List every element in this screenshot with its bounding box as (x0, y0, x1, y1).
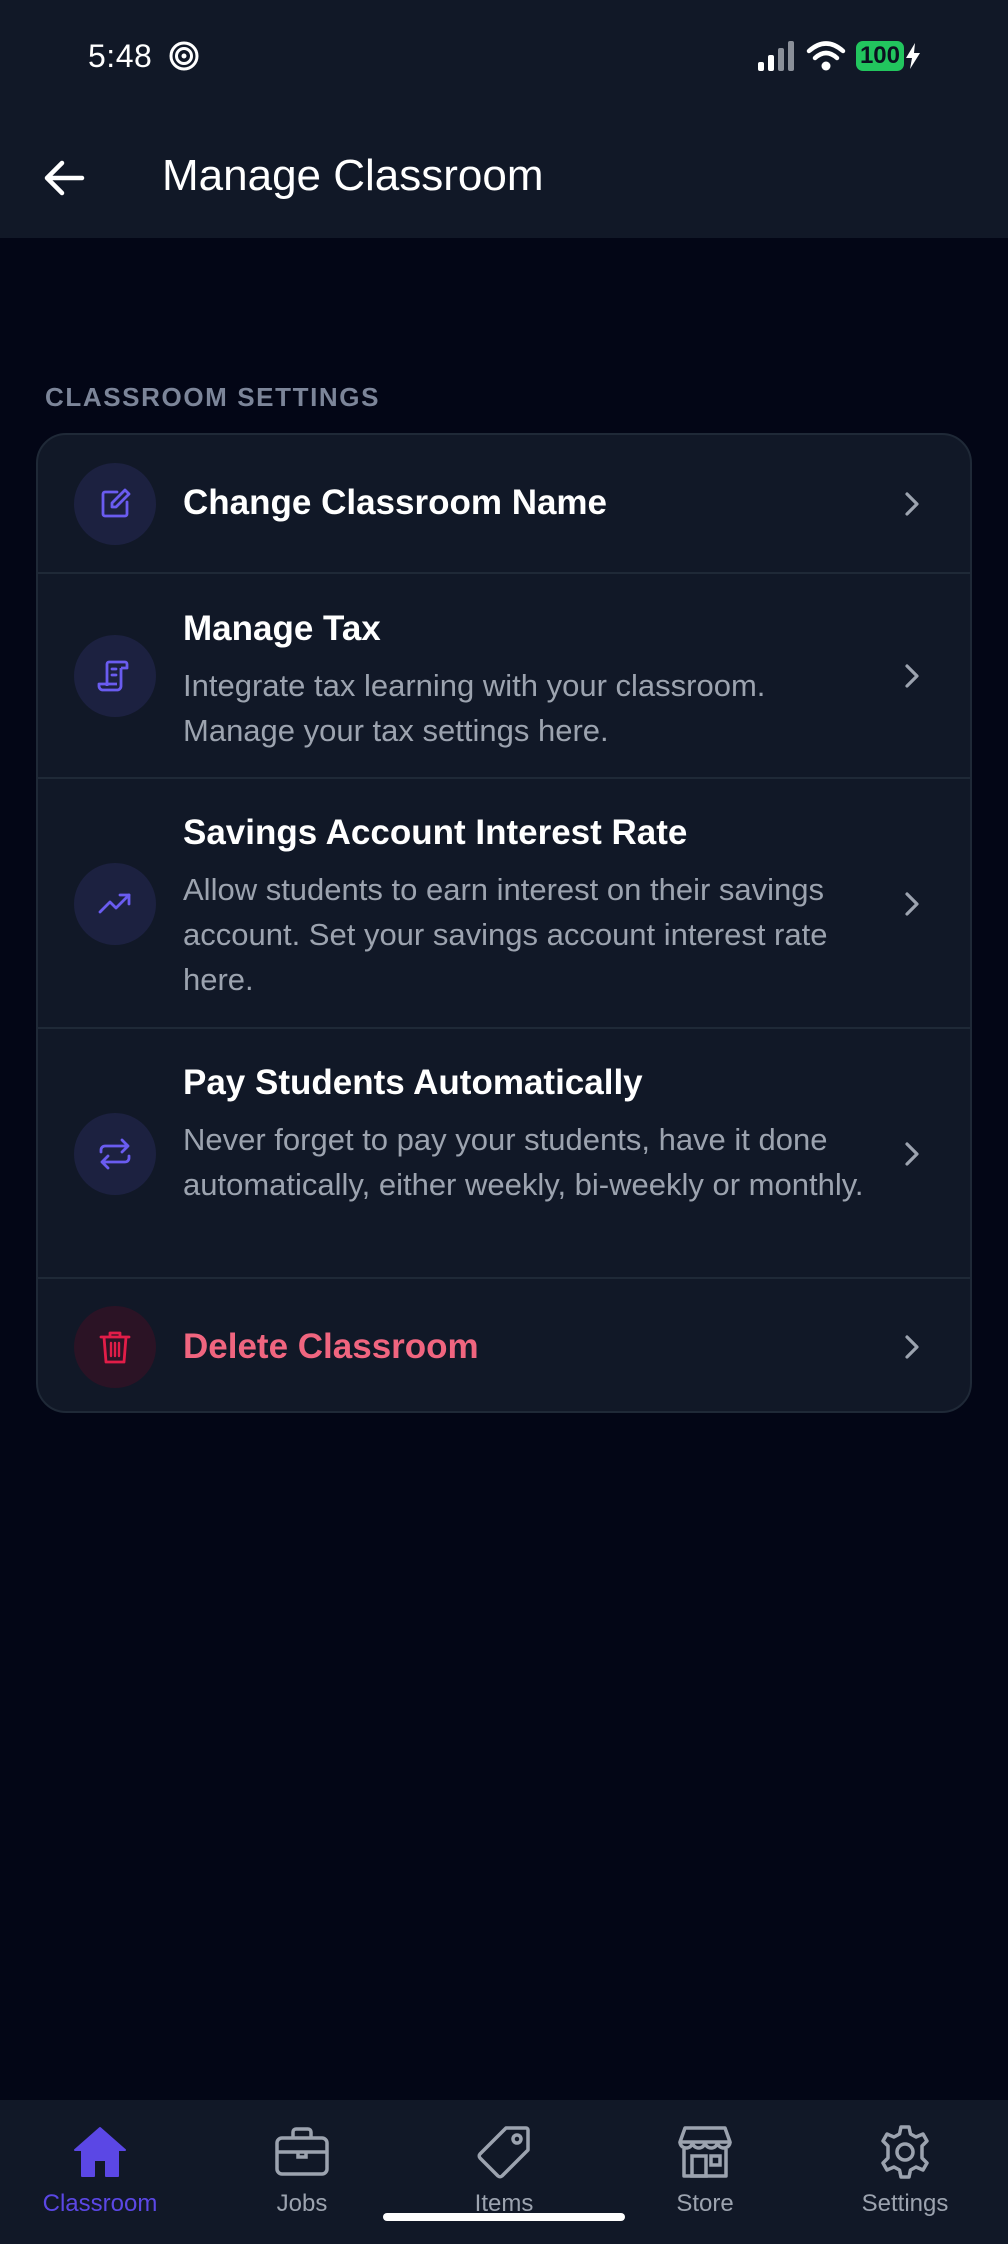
back-arrow-icon[interactable] (36, 150, 92, 206)
app-root: 5:48 100 Manage Classroom CLASSROOM SETT… (0, 0, 1008, 2244)
chevron-right-icon (905, 664, 919, 688)
trending-up-icon (74, 863, 156, 945)
page-title: Manage Classroom (162, 151, 544, 200)
signal-icon (757, 41, 794, 71)
app-header: Manage Classroom (0, 114, 1008, 238)
receipt-icon (74, 635, 156, 717)
edit-icon (74, 463, 156, 545)
setting-title: Savings Account Interest Rate (183, 813, 688, 852)
status-time: 5:48 (88, 38, 153, 74)
section-label: CLASSROOM SETTINGS (45, 382, 381, 412)
setting-pay-students-automatically[interactable]: Pay Students Automatically Never forget … (38, 1029, 970, 1279)
nav-jobs[interactable]: Jobs (212, 2122, 392, 2232)
setting-description: Never forget to pay your students, have … (183, 1122, 864, 1202)
setting-description: Integrate tax learning with your classro… (183, 668, 766, 748)
radar-icon (169, 41, 199, 71)
nav-label: Settings (861, 2190, 949, 2217)
tag-icon (477, 2126, 530, 2179)
bottom-navigation: Classroom Jobs Items Store Settings (0, 2100, 1008, 2244)
settings-card: Change Classroom Name Manage Tax Integra… (36, 433, 972, 1413)
trash-icon (74, 1306, 156, 1388)
briefcase-icon (275, 2127, 329, 2176)
setting-savings-interest-rate[interactable]: Savings Account Interest Rate Allow stud… (38, 779, 970, 1029)
home-icon (74, 2127, 126, 2177)
battery-indicator: 100 (855, 41, 922, 71)
chevron-right-icon (905, 1335, 919, 1359)
nav-store[interactable]: Store (615, 2122, 795, 2232)
wifi-icon (806, 41, 846, 71)
setting-title: Change Classroom Name (183, 483, 608, 522)
chevron-right-icon (905, 892, 919, 916)
gear-icon (881, 2125, 929, 2179)
chevron-right-icon (905, 492, 919, 516)
battery-level: 100 (855, 41, 904, 71)
home-indicator (383, 2213, 625, 2221)
nav-classroom[interactable]: Classroom (10, 2122, 190, 2232)
setting-delete-classroom[interactable]: Delete Classroom (38, 1279, 970, 1411)
chevron-right-icon (905, 1142, 919, 1166)
setting-change-classroom-name[interactable]: Change Classroom Name (38, 435, 970, 574)
nav-settings[interactable]: Settings (815, 2122, 995, 2232)
nav-label: Classroom (42, 2190, 158, 2217)
status-bar: 5:48 100 (0, 0, 1008, 114)
store-icon (678, 2126, 732, 2178)
repeat-icon (74, 1113, 156, 1195)
setting-description: Allow students to earn interest on their… (183, 872, 828, 997)
charging-bolt-icon (906, 43, 920, 69)
setting-manage-tax[interactable]: Manage Tax Integrate tax learning with y… (38, 574, 970, 779)
status-indicators: 100 (756, 36, 922, 76)
nav-label: Store (676, 2190, 734, 2217)
setting-title: Pay Students Automatically (183, 1063, 643, 1102)
setting-title: Delete Classroom (183, 1327, 479, 1366)
nav-label: Jobs (276, 2190, 328, 2217)
setting-title: Manage Tax (183, 609, 381, 648)
